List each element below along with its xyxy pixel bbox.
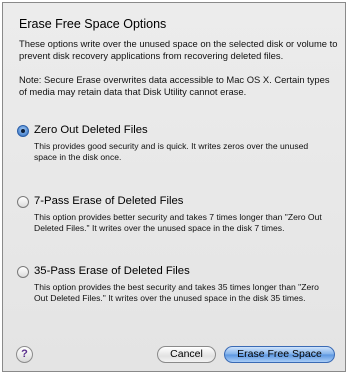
option-zero-out-label[interactable]: Zero Out Deleted Files	[34, 124, 148, 136]
help-button[interactable]: ?	[16, 346, 33, 363]
dialog-title: Erase Free Space Options	[19, 17, 167, 31]
radio-zero-out[interactable]	[17, 125, 29, 137]
help-icon: ?	[21, 348, 28, 360]
option-zero-out-description: This provides good security and is quick…	[34, 141, 309, 162]
cancel-button[interactable]: Cancel	[157, 346, 216, 363]
dialog-description: These options write over the unused spac…	[19, 38, 338, 61]
option-35-pass-description: This option provides the best security a…	[34, 282, 319, 303]
radio-35-pass[interactable]	[17, 266, 29, 278]
erase-free-space-button[interactable]: Erase Free Space	[224, 346, 335, 363]
dialog-note: Note: Secure Erase overwrites data acces…	[19, 74, 330, 97]
erase-free-space-dialog: Erase Free Space Options These options w…	[2, 2, 346, 372]
option-35-pass-label[interactable]: 35-Pass Erase of Deleted Files	[34, 265, 190, 277]
option-7-pass-description: This option provides better security and…	[34, 212, 322, 233]
radio-7-pass[interactable]	[17, 196, 29, 208]
option-7-pass-label[interactable]: 7-Pass Erase of Deleted Files	[34, 195, 183, 207]
